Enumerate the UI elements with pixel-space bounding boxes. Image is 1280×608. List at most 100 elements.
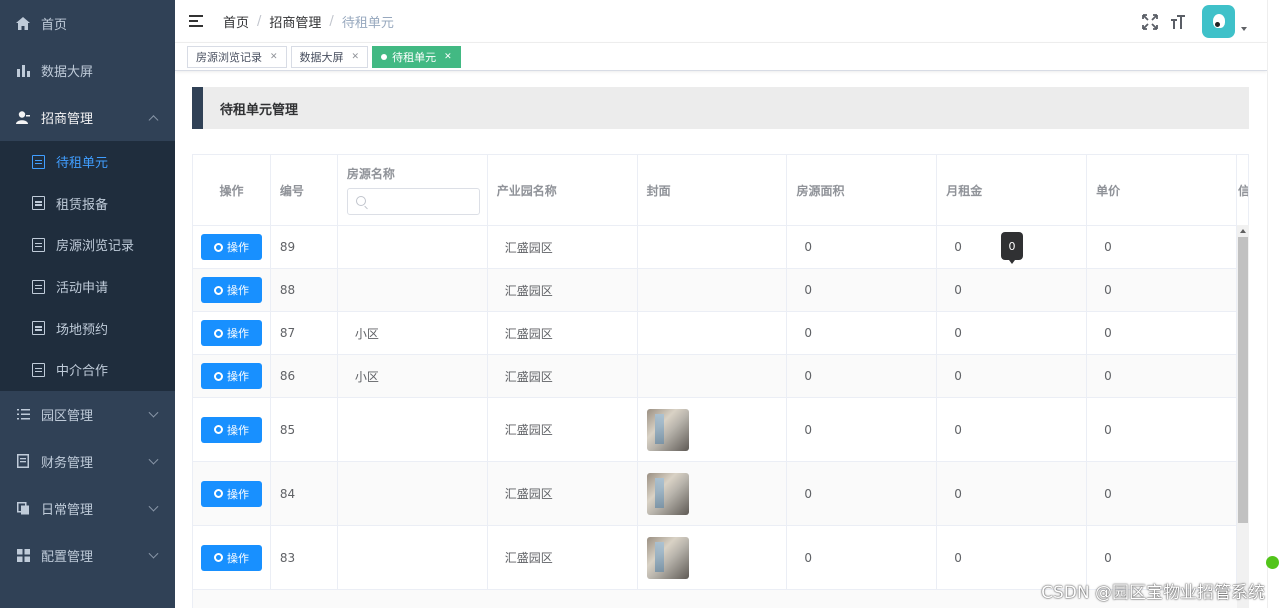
operate-button[interactable]: 操作 — [200, 277, 262, 303]
cell-area: 0 — [787, 226, 938, 268]
operate-button[interactable]: 操作 — [200, 234, 262, 260]
sidebar-item-investment[interactable]: 招商管理 — [0, 94, 175, 141]
font-size-icon[interactable] — [1168, 12, 1188, 32]
close-icon[interactable]: ✕ — [270, 52, 278, 62]
cell-op: 操作 — [193, 398, 271, 461]
sidebar-item-vacant-units[interactable]: 待租单元 — [0, 141, 175, 183]
avatar[interactable] — [1202, 5, 1235, 38]
cell-id: 86 — [271, 355, 338, 397]
gear-icon — [213, 425, 223, 434]
cell-park: 汇盛园区 — [488, 312, 638, 354]
cell-park: 汇盛园区 — [488, 269, 638, 311]
operate-button[interactable]: 操作 — [200, 320, 262, 346]
floating-badge-icon[interactable] — [1266, 556, 1279, 569]
hamburger-icon[interactable] — [189, 15, 203, 27]
cell-op: 操作 — [193, 226, 271, 268]
chevron-down-icon — [148, 548, 159, 559]
fullscreen-icon[interactable] — [1140, 12, 1160, 32]
cell-name — [338, 462, 488, 525]
cover-image[interactable] — [646, 472, 689, 515]
cell-op: 操作 — [193, 526, 271, 589]
column-header-rent: 月租金 — [937, 155, 1088, 225]
cover-image[interactable] — [646, 408, 689, 451]
navbar: 首页 / 招商管理 / 待租单元 — [175, 0, 1267, 43]
sidebar-item-home[interactable]: 首页 — [0, 0, 175, 47]
sidebar-item-daily[interactable]: 日常管理 — [0, 485, 175, 532]
sidebar-item-park[interactable]: 园区管理 — [0, 391, 175, 438]
operate-button[interactable]: 操作 — [200, 544, 262, 571]
sidebar-item-label: 数据大屏 — [41, 65, 94, 80]
operate-button-label: 操作 — [226, 242, 249, 254]
operate-button-label: 操作 — [226, 371, 249, 383]
cell-cover — [638, 526, 788, 589]
cell-op: 操作 — [193, 355, 271, 397]
cell-area: 0 — [787, 526, 938, 589]
table-header: 操作 编号 房源名称 产业园名称 封面 房源面积 月租金 单价 信 — [193, 155, 1249, 226]
bar-chart-icon — [16, 64, 30, 78]
column-header-area: 房源面积 — [787, 155, 938, 225]
sidebar-item-label: 配置管理 — [41, 549, 94, 565]
cell-id: 87 — [271, 312, 338, 354]
document-icon — [16, 454, 30, 469]
close-icon[interactable]: ✕ — [444, 52, 452, 62]
tag-browse-records[interactable]: 房源浏览记录 ✕ — [187, 45, 287, 68]
submenu: 待租单元 租赁报备 房源浏览记录 活动申请 场地预约 中介合作 — [0, 141, 175, 391]
table-row: 操作 86 小区 汇盛园区 0 0 0 — [193, 355, 1249, 398]
cell-area: 0 — [787, 398, 938, 461]
cell-id: 85 — [271, 398, 338, 461]
cell-rent: 0 — [937, 355, 1088, 397]
caret-down-icon[interactable] — [1241, 26, 1247, 31]
document-icon — [32, 279, 45, 294]
cell-area: 0 — [787, 312, 938, 354]
column-header-id[interactable]: 编号 — [271, 155, 338, 225]
sidebar-item-venue-booking[interactable]: 场地预约 — [0, 307, 175, 349]
user-icon — [16, 111, 30, 125]
sidebar-item-agency[interactable]: 中介合作 — [0, 349, 175, 391]
cell-name: 小区 — [338, 355, 488, 397]
table-row: 操作 88 汇盛园区 0 0 0 — [193, 269, 1249, 312]
gear-icon — [213, 285, 223, 295]
sidebar-item-finance[interactable]: 财务管理 — [0, 438, 175, 485]
search-icon — [355, 196, 366, 206]
scroll-up-icon[interactable] — [1240, 229, 1246, 233]
sidebar-item-dashboard[interactable]: 数据大屏 — [0, 47, 175, 94]
operate-button[interactable]: 操作 — [200, 363, 262, 389]
table-row: 操作 87 小区 汇盛园区 0 0 0 — [193, 312, 1249, 355]
table-scrollbar[interactable] — [1237, 225, 1249, 608]
sidebar-item-label: 招商管理 — [41, 112, 94, 127]
sidebar-item-event-application[interactable]: 活动申请 — [0, 266, 175, 308]
cell-cover — [638, 226, 788, 268]
cell-price: 0 — [1087, 312, 1237, 354]
cell-id: 88 — [271, 269, 338, 311]
document-icon — [32, 321, 45, 336]
operate-button[interactable]: 操作 — [200, 480, 262, 507]
chevron-down-icon — [148, 407, 159, 418]
gear-icon — [213, 242, 223, 252]
table-row: 操作 85 汇盛园区 0 0 0 — [193, 398, 1249, 462]
cell-cover — [638, 398, 788, 461]
sidebar-item-lease-report[interactable]: 租赁报备 — [0, 183, 175, 225]
tag-dashboard[interactable]: 数据大屏 ✕ — [290, 45, 369, 68]
column-header-name-label: 房源名称 — [346, 167, 395, 181]
scrollbar-thumb[interactable] — [1238, 237, 1248, 523]
cover-image[interactable] — [646, 536, 689, 579]
sidebar-item-browse-records[interactable]: 房源浏览记录 — [0, 224, 175, 266]
breadcrumb-separator: / — [257, 13, 262, 29]
sidebar-item-label: 房源浏览记录 — [56, 239, 135, 255]
tag-label: 数据大屏 — [299, 50, 344, 64]
operate-button[interactable]: 操作 — [200, 416, 262, 443]
chevron-down-icon — [148, 454, 159, 465]
cell-name: 小区 — [338, 312, 488, 354]
table-row: 操作 84 汇盛园区 0 0 0 — [193, 462, 1249, 526]
name-search-input[interactable] — [369, 191, 470, 212]
column-header-cover: 封面 — [638, 155, 788, 225]
page-scrollbar[interactable] — [1267, 0, 1280, 608]
sidebar-item-config[interactable]: 配置管理 — [0, 532, 175, 579]
close-icon[interactable]: ✕ — [352, 52, 360, 62]
name-search-box[interactable] — [346, 188, 480, 215]
tag-vacant-units[interactable]: 待租单元 ✕ — [372, 45, 461, 68]
sidebar-item-label: 中介合作 — [56, 364, 109, 380]
column-header-name: 房源名称 — [338, 155, 488, 225]
breadcrumb-item[interactable]: 首页 — [223, 12, 249, 31]
breadcrumb-item[interactable]: 招商管理 — [269, 12, 321, 31]
